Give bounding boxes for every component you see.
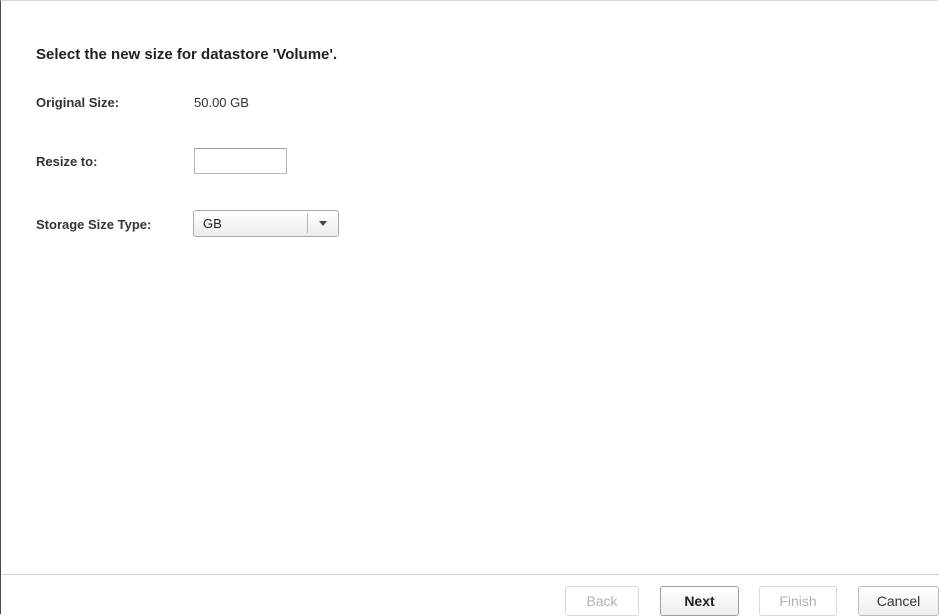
storage-size-type-value: GB (203, 216, 222, 231)
original-size-label: Original Size: (36, 95, 120, 110)
storage-size-type-select[interactable]: GB (193, 210, 339, 237)
footer-divider (2, 574, 939, 575)
chevron-down-icon[interactable] (308, 211, 338, 236)
back-button[interactable]: Back (565, 586, 639, 616)
resize-label: Resize to: (36, 154, 98, 169)
finish-button[interactable]: Finish (759, 586, 837, 616)
cancel-button[interactable]: Cancel (858, 586, 939, 616)
resize-input[interactable] (194, 148, 287, 174)
next-button[interactable]: Next (660, 586, 739, 616)
storage-size-type-label: Storage Size Type: (36, 217, 152, 232)
original-size-value: 50.00 GB (194, 95, 249, 110)
page-title: Select the new size for datastore 'Volum… (36, 46, 338, 63)
dialog-frame: Select the new size for datastore 'Volum… (0, 0, 939, 616)
